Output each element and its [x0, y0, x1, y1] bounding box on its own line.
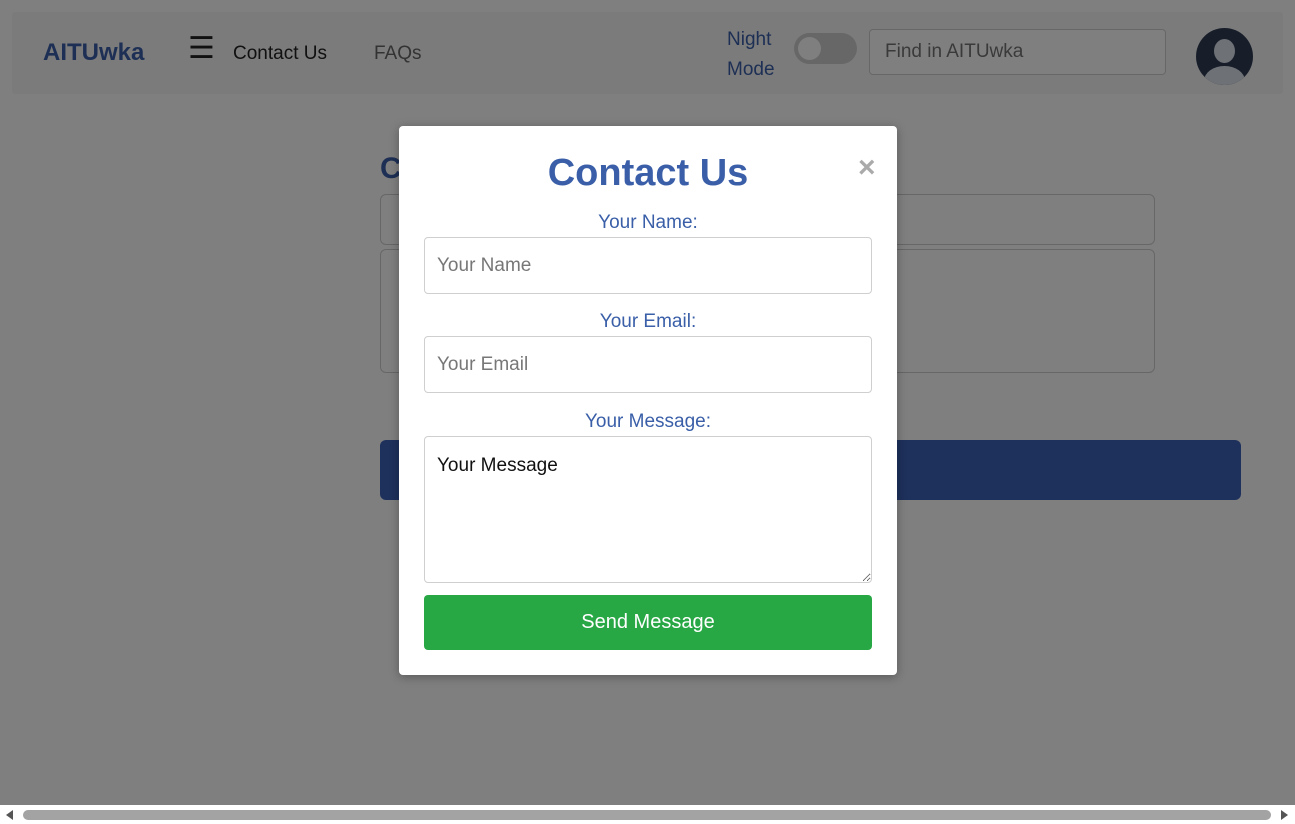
- email-label: Your Email:: [599, 311, 697, 332]
- horizontal-scrollbar[interactable]: [0, 805, 1295, 824]
- scroll-right-icon[interactable]: [1281, 810, 1288, 820]
- contact-modal: Contact Us × Your Name: Your Email: Your…: [399, 126, 897, 675]
- close-icon[interactable]: ×: [858, 153, 876, 183]
- modal-title: Contact Us: [547, 152, 749, 194]
- email-field[interactable]: [424, 336, 872, 393]
- name-field[interactable]: [424, 237, 872, 294]
- scrollbar-thumb[interactable]: [23, 810, 1271, 820]
- name-label: Your Name:: [598, 212, 698, 233]
- message-field[interactable]: Your Message: [424, 436, 872, 583]
- message-label: Your Message:: [584, 411, 712, 432]
- scroll-left-icon[interactable]: [6, 810, 13, 820]
- send-message-button[interactable]: Send Message: [424, 595, 872, 650]
